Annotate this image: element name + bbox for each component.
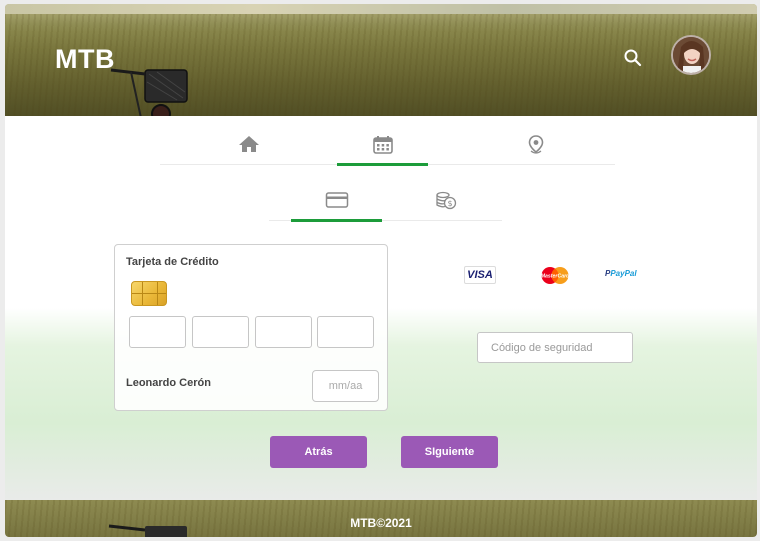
security-code-input[interactable] (477, 332, 633, 363)
cash-coins-icon: $ (435, 191, 456, 210)
nav-home[interactable] (203, 132, 294, 165)
user-avatar[interactable] (671, 35, 711, 75)
mastercard-label: MasterCard (541, 274, 570, 280)
main-nav (160, 132, 615, 166)
credit-card-form: Tarjeta de Crédito Leonardo Cerón (114, 244, 388, 411)
mastercard-logo: MasterCard (541, 267, 570, 284)
app-frame: MTB $ Tarjeta de Crédito Leonardo Cerón … (5, 4, 757, 537)
card-holder-name: Leonardo Cerón (126, 377, 211, 389)
tab-credit-card[interactable] (291, 188, 382, 222)
avatar-photo (673, 37, 709, 73)
footer-banner: MTB©2021 (5, 500, 757, 537)
card-number-input-4[interactable] (317, 316, 374, 348)
footer-copyright: MTB©2021 (350, 516, 412, 530)
search-icon[interactable] (621, 46, 645, 70)
card-number-input-1[interactable] (129, 316, 186, 348)
tab-cash[interactable]: $ (400, 188, 491, 221)
paypal-label: PayPal (610, 269, 637, 278)
card-chip-icon (131, 281, 167, 306)
credit-card-icon (325, 192, 348, 208)
expiry-date-input[interactable] (312, 370, 379, 402)
nav-location[interactable] (490, 132, 581, 165)
card-number-input-2[interactable] (192, 316, 249, 348)
paypal-logo: PPayPal (605, 269, 637, 278)
card-title: Tarjeta de Crédito (126, 256, 219, 268)
location-pin-icon (528, 135, 543, 154)
main-content: $ Tarjeta de Crédito Leonardo Cerón VISA… (5, 116, 757, 500)
visa-logo: VISA (464, 266, 496, 284)
sky-strip (5, 4, 757, 14)
back-button[interactable]: Atrás (270, 436, 367, 468)
payment-method-tabs: $ (269, 188, 502, 222)
svg-text:$: $ (447, 199, 452, 208)
nav-calendar[interactable] (337, 132, 428, 166)
home-icon (238, 136, 259, 152)
header-banner: MTB (5, 4, 757, 118)
payment-logos: VISA MasterCard PPayPal (460, 266, 650, 290)
calendar-icon (372, 136, 393, 154)
next-button[interactable]: SIguiente (401, 436, 498, 468)
card-number-input-3[interactable] (255, 316, 312, 348)
bicycle-image (110, 68, 188, 118)
app-logo[interactable]: MTB (55, 44, 115, 75)
